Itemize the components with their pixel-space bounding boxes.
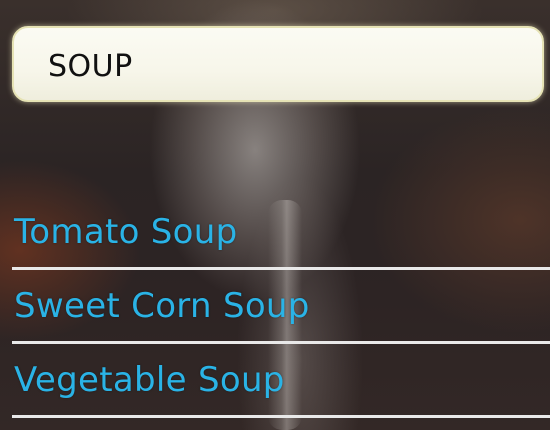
result-label: Vegetable Soup	[14, 359, 285, 400]
result-item-vegetable-soup[interactable]: Vegetable Soup	[12, 344, 550, 418]
result-item-sweet-corn-soup[interactable]: Sweet Corn Soup	[12, 270, 550, 344]
search-results-list: Tomato Soup Sweet Corn Soup Vegetable So…	[12, 196, 550, 418]
result-label: Tomato Soup	[14, 211, 238, 252]
search-box[interactable]	[12, 26, 544, 102]
result-item-tomato-soup[interactable]: Tomato Soup	[12, 196, 550, 270]
search-input[interactable]	[48, 46, 508, 86]
result-label: Sweet Corn Soup	[14, 285, 310, 326]
